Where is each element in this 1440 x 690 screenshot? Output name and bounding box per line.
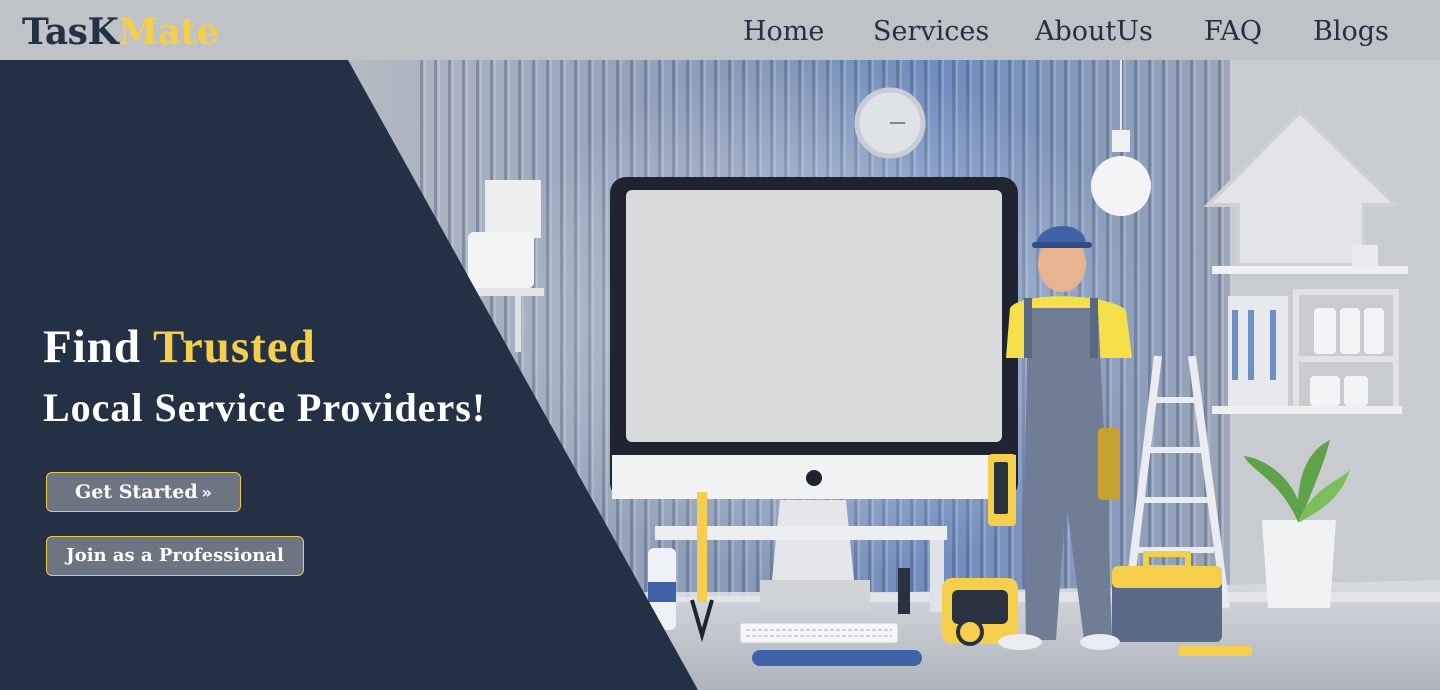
hero-subheadline: Local Service Providers! [43,385,487,430]
double-arrow-right-icon: » [201,483,213,502]
nav-faq[interactable]: FAQ [1204,14,1262,50]
brand-name-part2: Mate [118,11,219,53]
join-professional-button[interactable]: Join as a Professional [46,536,304,576]
headline-accent: Trusted [152,321,316,373]
clock-illustration [854,87,926,159]
nav-blogs[interactable]: Blogs [1313,14,1389,50]
brand-name-part1: TasK [22,11,119,53]
get-started-button[interactable]: Get Started» [46,472,241,512]
brand-logo[interactable]: TasKMate [22,12,219,52]
hero-headline: Find Trusted [43,320,316,374]
top-navbar: TasKMate Home Services AboutUs FAQ Blogs [0,0,1440,60]
nav-home[interactable]: Home [743,14,824,50]
nav-services[interactable]: Services [873,14,989,50]
nav-aboutus[interactable]: AboutUs [1035,14,1153,50]
get-started-label: Get Started [74,481,198,503]
headline-prefix: Find [43,321,142,373]
hero-section: Find Trusted Local Service Providers! Ge… [0,60,1440,690]
